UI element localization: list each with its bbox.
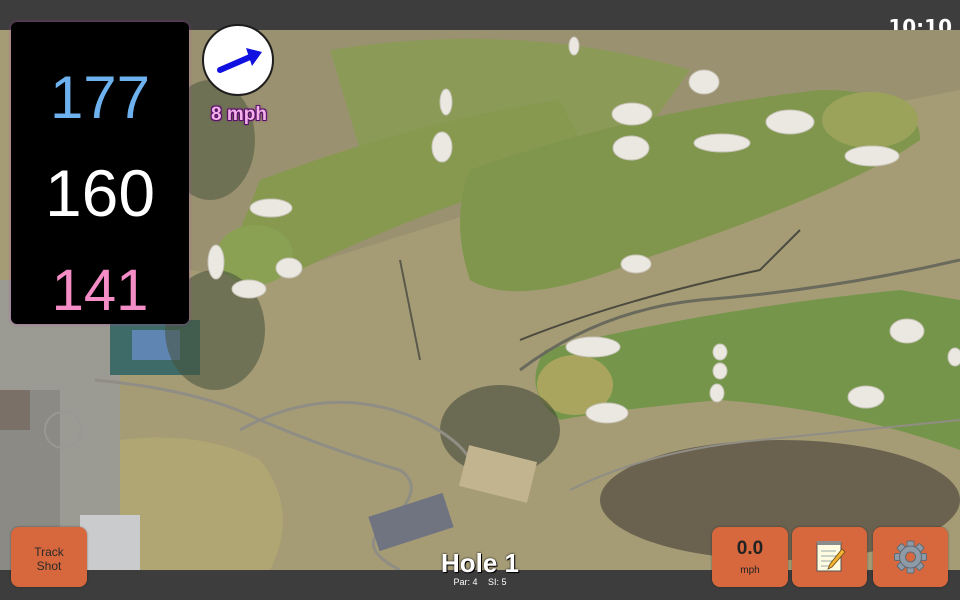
hole-stroke-index: SI: 5 [488, 577, 507, 587]
notepad-icon [816, 541, 846, 572]
wind-direction-button[interactable] [202, 24, 274, 96]
track-shot-button[interactable]: Track Shot [11, 527, 87, 587]
speed-unit: mph [740, 565, 760, 576]
settings-button[interactable] [873, 527, 948, 587]
speed-button[interactable]: 0.0 mph [712, 527, 788, 587]
distance-front: 141 [51, 258, 149, 323]
hole-title: Hole 1 [440, 548, 520, 578]
gear-icon [894, 540, 927, 574]
wind-speed: 8 mph [211, 104, 267, 125]
scorecard-notes-button[interactable] [792, 527, 867, 587]
hole-meta: Par: 4 SI: 5 [400, 577, 560, 587]
track-shot-label-line2: Shot [36, 559, 62, 573]
track-shot-label-line1: Track [34, 545, 64, 559]
hole-par: Par: 4 [453, 577, 478, 587]
distance-panel: 177 160 141 [11, 22, 189, 324]
arrow-right-icon [217, 48, 262, 73]
speed-value: 0.0 [736, 538, 764, 559]
distance-back: 177 [49, 64, 151, 131]
distance-middle: 160 [44, 156, 156, 230]
